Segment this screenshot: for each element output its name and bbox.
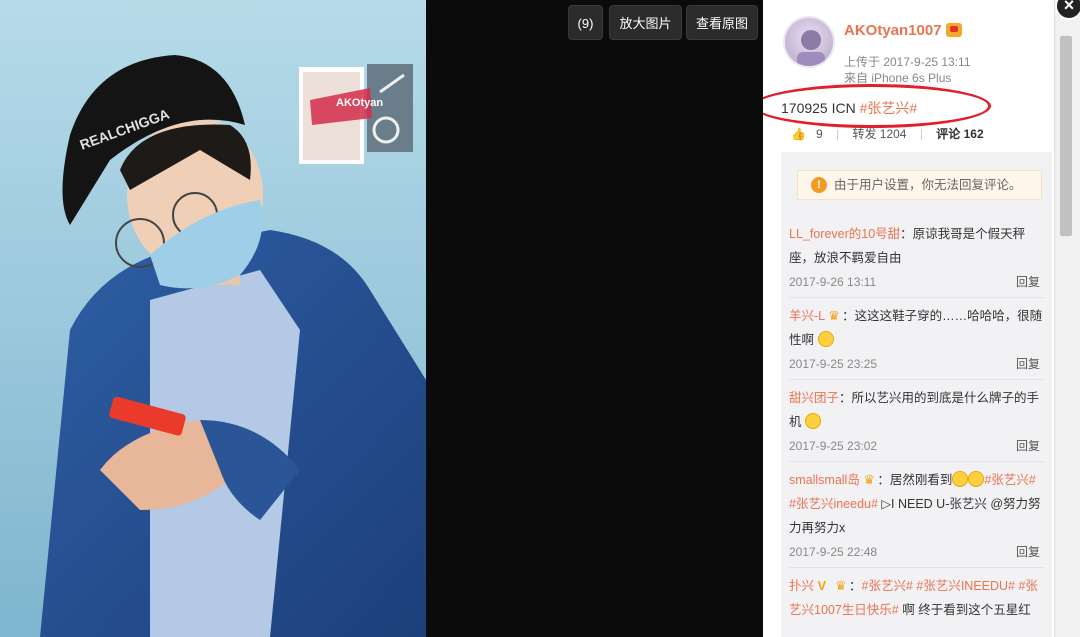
vip-badge-icon: ♛ <box>828 308 840 323</box>
reply-button[interactable]: 回复 <box>1016 542 1044 562</box>
vip-badge-icon <box>945 23 962 37</box>
comment-item: 扑兴 V ♛ ：#张艺兴# #张艺兴INEEDU# #张艺兴1007生日快乐# 啊… <box>789 578 1038 617</box>
post-stats: 👍 9 | 转发 1204 | 评论 162 <box>791 125 994 142</box>
smile-emoji-icon <box>968 471 985 487</box>
image-count-button[interactable]: (9) <box>568 5 603 40</box>
comment-item: LL_forever的10号甜：原谅我哥是个假天秤座，放浪不羁爱自由 2017-… <box>781 222 1052 292</box>
smile-emoji-icon <box>952 471 969 487</box>
post-panel: AKOtyan1007 上传于 2017-9-25 13:11 来自 iPhon… <box>763 0 1063 637</box>
reply-button[interactable]: 回复 <box>1016 272 1044 292</box>
comments-section: ! 由于用户设置，你无法回复评论。 LL_forever的10号甜：原谅我哥是个… <box>781 152 1052 637</box>
comment-item: 甜兴团子：所以艺兴用的到底是什么牌子的手机 2017-9-25 23:02 回复 <box>781 386 1052 456</box>
reply-notice: ! 由于用户设置，你无法回复评论。 <box>797 170 1042 200</box>
v-badge-icon: V <box>817 578 827 593</box>
comment-user[interactable]: 羊兴-L <box>789 309 825 323</box>
vip-badge-icon: ♛ <box>863 472 875 487</box>
comment-user[interactable]: smallsmall岛 <box>789 473 860 487</box>
comment-time: 2017-9-26 13:11 <box>789 275 877 289</box>
comment-divider <box>789 297 1044 298</box>
avatar[interactable] <box>783 16 835 68</box>
comment-divider <box>789 567 1044 568</box>
watermark-text: AKOtyan <box>336 97 383 109</box>
notice-text: 由于用户设置，你无法回复评论。 <box>834 178 1022 192</box>
comment-user[interactable]: LL_forever的10号甜 <box>789 227 900 241</box>
laugh-emoji-icon <box>817 331 834 347</box>
username-text[interactable]: AKOtyan1007 <box>844 22 942 39</box>
reply-button[interactable]: 回复 <box>1016 436 1044 456</box>
scroll-thumb[interactable] <box>1060 36 1072 236</box>
like-icon[interactable]: 👍 <box>791 127 806 141</box>
vip-badge-icon: ♛ <box>834 578 847 593</box>
comment-text: ：居然刚看到 <box>877 473 953 487</box>
comment-item: smallsmall岛 ♛ ：居然刚看到 #张艺兴# #张艺兴ineedu# ▷I … <box>781 468 1052 562</box>
repost-count[interactable]: 转发 1204 <box>852 127 906 141</box>
like-count[interactable]: 9 <box>816 127 823 141</box>
comment-item: 羊兴-L ♛ ：这这这鞋子穿的……哈哈哈，很随性啊 2017-9-25 23:25… <box>781 304 1052 374</box>
comment-divider <box>789 379 1044 380</box>
comment-time: 2017-9-25 23:25 <box>789 357 878 371</box>
comment-user[interactable]: 扑兴 <box>789 579 814 593</box>
cry-laugh-emoji-icon <box>805 413 821 429</box>
comment-user[interactable]: 甜兴团子 <box>789 391 839 405</box>
comment-count[interactable]: 评论 162 <box>936 127 983 141</box>
comment-time: 2017-9-25 22:48 <box>789 545 878 559</box>
view-original-button[interactable]: 查看原图 <box>686 5 758 40</box>
comment-divider <box>789 461 1044 462</box>
photo[interactable]: REALCHIGGA AKOtyan <box>0 0 426 637</box>
upload-time: 上传于 2017-9-25 13:11 <box>844 55 971 69</box>
stats-divider: | <box>919 127 923 141</box>
comment-time: 2017-9-25 23:02 <box>789 439 878 453</box>
image-viewer: REALCHIGGA AKOtyan (9) 放大图片 查看原图 AKOtyan… <box>0 0 1080 637</box>
post-username[interactable]: AKOtyan1007 <box>844 22 962 39</box>
highlight-circle <box>763 84 991 128</box>
panel-scrollbar[interactable] <box>1054 0 1080 637</box>
zoom-image-button[interactable]: 放大图片 <box>609 5 682 40</box>
stats-divider: | <box>835 127 840 141</box>
warning-icon: ! <box>811 177 827 193</box>
comment-text: 啊 终于看到这个五星红 <box>898 603 1031 617</box>
reply-button[interactable]: 回复 <box>1016 354 1044 374</box>
